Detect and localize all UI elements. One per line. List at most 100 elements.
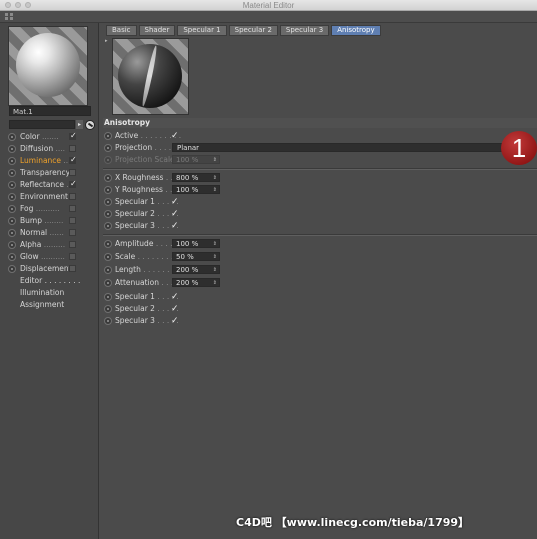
channel-item[interactable]: Normal ...... — [8, 227, 96, 239]
channel-checkbox[interactable] — [69, 229, 76, 236]
animation-radio-icon[interactable] — [104, 293, 112, 301]
scale-field[interactable]: 50 % ⇕ — [172, 252, 220, 261]
y-roughness-field[interactable]: 100 % ⇕ — [172, 185, 220, 194]
window-controls[interactable] — [5, 2, 31, 8]
animation-radio-icon[interactable] — [104, 186, 112, 194]
channel-item[interactable]: Environment — [8, 191, 96, 203]
channel-item[interactable]: Luminance .. — [8, 154, 96, 167]
tab-specular-3[interactable]: Specular 3 — [279, 25, 330, 36]
picker-icon[interactable] — [85, 120, 95, 130]
channel-checkbox[interactable] — [69, 193, 76, 200]
animation-radio-icon[interactable] — [104, 198, 112, 206]
minimize-window-button[interactable] — [15, 2, 21, 8]
channel-label[interactable]: Glow .......... — [20, 251, 72, 263]
tab-specular-1[interactable]: Specular 1 — [177, 25, 227, 36]
specular-2-checkbox[interactable]: ✓ — [171, 209, 179, 219]
tab-basic[interactable]: Basic — [106, 25, 137, 36]
channel-item[interactable]: Reflectance .. — [8, 178, 96, 191]
channel-label[interactable]: Luminance .. — [20, 155, 72, 167]
specular-2-checkbox[interactable]: ✓ — [171, 304, 179, 314]
arrow-right-icon[interactable]: ▸ — [76, 120, 83, 129]
prop-specular-3[interactable]: Specular 3 . . . . . ✓ — [104, 315, 534, 327]
channel-item[interactable]: Displacement — [8, 263, 96, 275]
channel-checkbox[interactable] — [69, 205, 76, 212]
channel-checkbox[interactable] — [69, 265, 76, 272]
specular-1-checkbox[interactable]: ✓ — [171, 197, 179, 207]
prop-specular-1[interactable]: Specular 1 . . . . . ✓ — [104, 291, 534, 303]
animation-radio-icon[interactable] — [104, 132, 112, 140]
animation-radio-icon[interactable] — [104, 222, 112, 230]
channel-radio-icon[interactable] — [8, 157, 16, 165]
channel-checkbox[interactable] — [69, 241, 76, 248]
material-name-field[interactable]: Mat.1 — [9, 106, 91, 116]
panel-item-label[interactable]: Assignment — [20, 299, 90, 311]
channel-radio-icon[interactable] — [8, 217, 16, 225]
channel-checkbox[interactable] — [69, 130, 77, 142]
channel-checkbox[interactable] — [69, 178, 77, 190]
channel-item[interactable]: Transparency — [8, 167, 96, 179]
panel-item-label[interactable]: Editor . . . . . . . . — [20, 275, 90, 287]
tab-specular-2[interactable]: Specular 2 — [228, 25, 278, 36]
channel-item[interactable]: Diffusion .... — [8, 143, 96, 155]
attenuation-field[interactable]: 200 % ⇕ — [172, 278, 220, 287]
prop-active[interactable]: Active . . . . . . . . . ✓ — [104, 130, 534, 142]
channel-label[interactable]: Transparency — [20, 167, 72, 179]
length-field[interactable]: 200 % ⇕ — [172, 265, 220, 274]
anisotropy-preview[interactable] — [112, 38, 189, 115]
prop-specular-2[interactable]: Specular 2 . . . . . ✓ — [104, 208, 534, 220]
channel-label[interactable]: Bump ........ — [20, 215, 72, 227]
animation-radio-icon[interactable] — [104, 266, 112, 274]
animation-radio-icon[interactable] — [104, 174, 112, 182]
channel-checkbox[interactable] — [69, 169, 76, 176]
prop-specular-1[interactable]: Specular 1 . . . . . ✓ — [104, 196, 534, 208]
channel-radio-icon[interactable] — [8, 181, 16, 189]
x-roughness-field[interactable]: 800 % ⇕ — [172, 173, 220, 182]
panel-item[interactable]: Editor . . . . . . . . — [8, 275, 96, 287]
menu-grid-icon[interactable] — [5, 13, 13, 20]
tab-shader[interactable]: Shader — [138, 25, 176, 36]
close-window-button[interactable] — [5, 2, 11, 8]
tab-anisotropy[interactable]: Anisotropy — [331, 25, 381, 36]
animation-radio-icon[interactable] — [104, 253, 112, 261]
channel-item[interactable]: Glow .......... — [8, 251, 96, 263]
material-preview[interactable] — [8, 26, 88, 106]
channel-item[interactable]: Alpha ......... — [8, 239, 96, 251]
prop-specular-2[interactable]: Specular 2 . . . . . ✓ — [104, 303, 534, 315]
animation-radio-icon[interactable] — [104, 240, 112, 248]
channel-radio-icon[interactable] — [8, 145, 16, 153]
channel-checkbox[interactable] — [69, 154, 77, 166]
amplitude-field[interactable]: 100 % ⇕ — [172, 239, 220, 248]
prop-projection[interactable]: Projection . . . . . . Planar — [104, 142, 534, 154]
channel-checkbox[interactable] — [69, 253, 76, 260]
channel-radio-icon[interactable] — [8, 265, 16, 273]
channel-label[interactable]: Displacement — [20, 263, 72, 275]
prop-specular-3[interactable]: Specular 3 . . . . . ✓ — [104, 220, 534, 232]
channel-label[interactable]: Fog .......... — [20, 203, 72, 215]
channel-radio-icon[interactable] — [8, 205, 16, 213]
channel-radio-icon[interactable] — [8, 241, 16, 249]
channel-label[interactable]: Reflectance .. — [20, 179, 72, 191]
specular-3-checkbox[interactable]: ✓ — [171, 316, 179, 326]
panel-item[interactable]: Assignment — [8, 299, 96, 311]
channel-radio-icon[interactable] — [8, 253, 16, 261]
prop-scale[interactable]: Scale . . . . . . . . . . 50 % ⇕ — [104, 251, 534, 263]
channel-radio-icon[interactable] — [8, 229, 16, 237]
channel-checkbox[interactable] — [69, 145, 76, 152]
channel-item[interactable]: Fog .......... — [8, 203, 96, 215]
animation-radio-icon[interactable] — [104, 210, 112, 218]
specular-3-checkbox[interactable]: ✓ — [171, 221, 179, 231]
channel-item[interactable]: Bump ........ — [8, 215, 96, 227]
prop-length[interactable]: Length . . . . . . . . . 200 % ⇕ — [104, 264, 534, 276]
animation-radio-icon[interactable] — [104, 317, 112, 325]
expand-triangle-icon[interactable]: ▸ — [105, 38, 108, 44]
channel-radio-icon[interactable] — [8, 169, 16, 177]
channel-label[interactable]: Alpha ......... — [20, 239, 72, 251]
animation-radio-icon[interactable] — [104, 305, 112, 313]
prop-attenuation[interactable]: Attenuation . . . . 200 % ⇕ — [104, 277, 534, 289]
channel-label[interactable]: Diffusion .... — [20, 143, 72, 155]
zoom-window-button[interactable] — [25, 2, 31, 8]
channel-item[interactable]: Color ....... — [8, 130, 96, 143]
prop-x-roughness[interactable]: X Roughness . . . 800 % ⇕ — [104, 172, 534, 184]
channel-label[interactable]: Environment — [20, 191, 72, 203]
channel-label[interactable]: Normal ...... — [20, 227, 72, 239]
